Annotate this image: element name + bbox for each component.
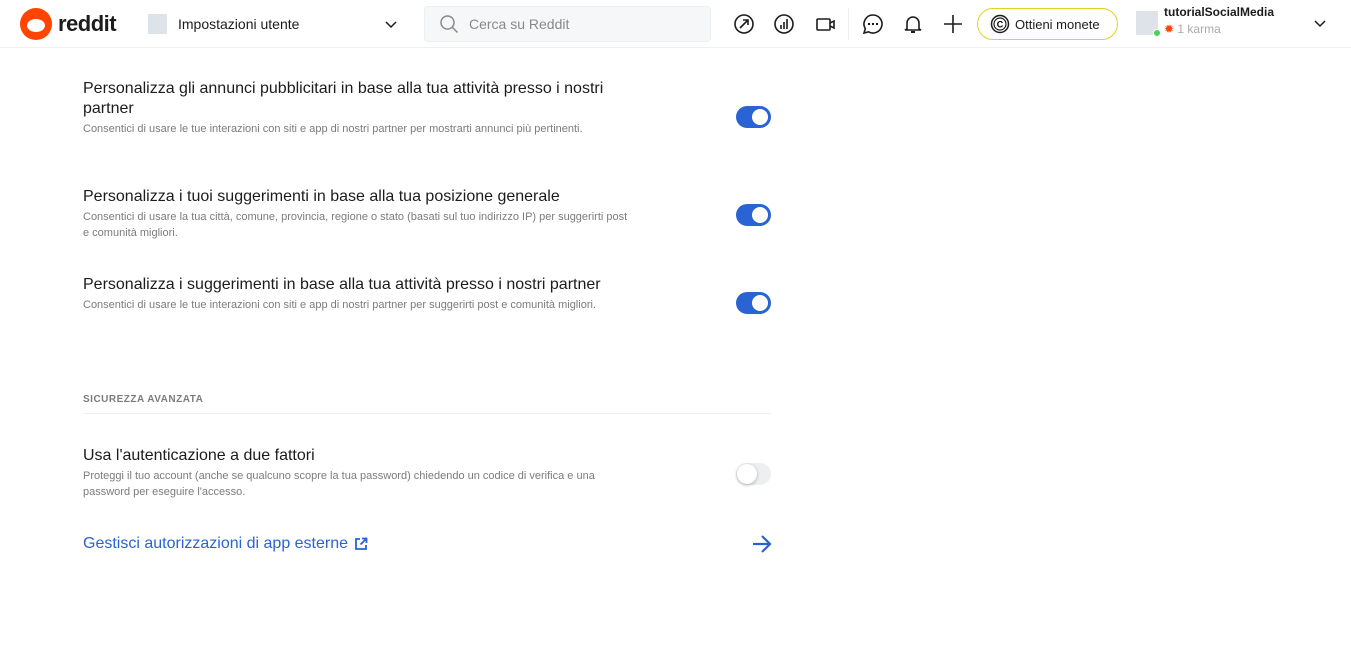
setting-title: Personalizza i tuoi suggerimenti in base… xyxy=(83,188,560,205)
stats-icon[interactable] xyxy=(772,12,796,36)
search-bar[interactable] xyxy=(424,6,711,42)
settings-page-icon xyxy=(148,14,167,34)
setting-row-partner-ads: Personalizza gli annunci pubblicitari in… xyxy=(83,79,771,137)
section-header: SICUREZZA AVANZATA xyxy=(83,394,771,414)
live-video-icon[interactable] xyxy=(812,12,836,36)
location-toggle[interactable] xyxy=(736,204,771,226)
coin-icon: C xyxy=(990,14,1010,34)
setting-title: Personalizza gli annunci pubblicitari in… xyxy=(83,80,604,117)
search-input[interactable] xyxy=(469,16,689,32)
popular-icon[interactable] xyxy=(732,12,756,36)
reddit-logo[interactable]: reddit xyxy=(20,8,117,40)
online-indicator xyxy=(1153,29,1161,37)
divider xyxy=(848,8,849,40)
manage-third-party-apps-link[interactable]: Gestisci autorizzazioni di app esterne xyxy=(83,535,368,553)
chevron-down-icon xyxy=(385,21,397,29)
avatar xyxy=(1136,11,1161,37)
username: tutorialSocialMedia xyxy=(1164,5,1275,19)
2fa-toggle[interactable] xyxy=(736,463,771,485)
partner-activity-toggle[interactable] xyxy=(736,292,771,314)
svg-text:C: C xyxy=(997,20,1004,30)
coins-label: Ottieni monete xyxy=(1015,16,1100,32)
setting-row-partner-activity: Personalizza i suggerimenti in base alla… xyxy=(83,275,771,314)
setting-row-2fa: Usa l'autenticazione a due fattori Prote… xyxy=(83,446,771,500)
chat-icon[interactable] xyxy=(861,12,885,36)
setting-description: Consentici di usare le tue interazioni c… xyxy=(83,123,583,135)
logo-text: reddit xyxy=(58,11,117,36)
karma-icon: ✹ xyxy=(1164,22,1175,36)
setting-description: Proteggi il tuo account (anche se qualcu… xyxy=(83,470,595,498)
setting-title: Personalizza i suggerimenti in base alla… xyxy=(83,276,601,293)
get-coins-button[interactable]: C Ottieni monete xyxy=(977,8,1118,40)
setting-title: Usa l'autenticazione a due fattori xyxy=(83,447,315,464)
setting-description: Consentici di usare le tue interazioni c… xyxy=(83,299,596,311)
community-dropdown[interactable]: Impostazioni utente xyxy=(148,14,398,34)
search-icon xyxy=(440,15,459,34)
external-link-icon xyxy=(355,537,368,550)
user-menu[interactable]: tutorialSocialMedia ✹ 1 karma xyxy=(1136,5,1336,37)
link-label: Gestisci autorizzazioni di app esterne xyxy=(83,535,349,552)
top-navbar: reddit Impostazioni utente C Ottieni mon… xyxy=(0,0,1351,48)
setting-description: Consentici di usare la tua città, comune… xyxy=(83,211,628,239)
user-menu-chevron-icon[interactable] xyxy=(1313,16,1327,30)
plus-icon[interactable] xyxy=(941,12,965,36)
setting-row-location: Personalizza i tuoi suggerimenti in base… xyxy=(83,187,771,241)
karma-count: 1 karma xyxy=(1177,22,1221,36)
bell-icon[interactable] xyxy=(901,12,925,36)
reddit-snoo-icon xyxy=(20,8,52,40)
arrow-right-icon[interactable] xyxy=(751,533,773,555)
dropdown-label: Impostazioni utente xyxy=(178,16,300,32)
partner-ads-toggle[interactable] xyxy=(736,106,771,128)
